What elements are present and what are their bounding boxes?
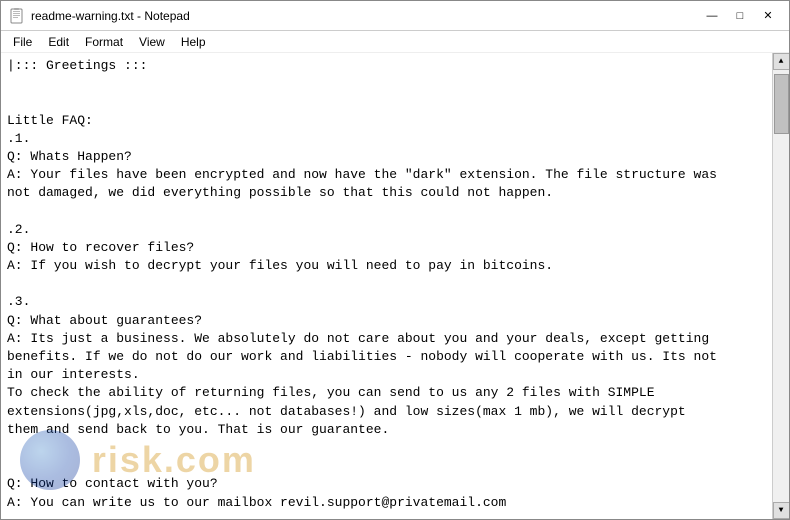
menu-bar: File Edit Format View Help xyxy=(1,31,789,53)
scroll-up-button[interactable]: ▲ xyxy=(773,53,790,70)
menu-file[interactable]: File xyxy=(5,33,40,51)
content-area: |::: Greetings ::: Little FAQ: .1. Q: Wh… xyxy=(1,53,789,519)
menu-view[interactable]: View xyxy=(131,33,173,51)
scroll-down-button[interactable]: ▼ xyxy=(773,502,790,519)
window-title: readme-warning.txt - Notepad xyxy=(31,9,699,23)
close-button[interactable]: ✕ xyxy=(755,6,781,26)
notepad-window: readme-warning.txt - Notepad — □ ✕ File … xyxy=(0,0,790,520)
notepad-icon xyxy=(9,8,25,24)
menu-edit[interactable]: Edit xyxy=(40,33,77,51)
window-controls: — □ ✕ xyxy=(699,6,781,26)
menu-help[interactable]: Help xyxy=(173,33,214,51)
scrollbar[interactable]: ▲ ▼ xyxy=(772,53,789,519)
title-bar: readme-warning.txt - Notepad — □ ✕ xyxy=(1,1,789,31)
menu-format[interactable]: Format xyxy=(77,33,131,51)
maximize-button[interactable]: □ xyxy=(727,6,753,26)
text-content[interactable]: |::: Greetings ::: Little FAQ: .1. Q: Wh… xyxy=(1,53,772,519)
scroll-track xyxy=(773,70,789,502)
minimize-button[interactable]: — xyxy=(699,6,725,26)
scroll-thumb[interactable] xyxy=(774,74,789,134)
